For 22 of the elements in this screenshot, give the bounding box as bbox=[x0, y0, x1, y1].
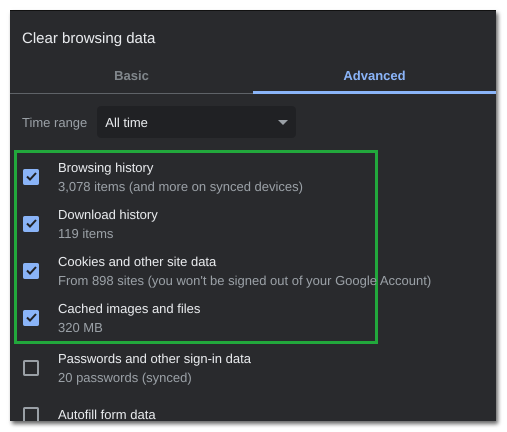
checkbox[interactable] bbox=[23, 216, 39, 232]
option-detail: 119 items bbox=[58, 226, 114, 240]
option-detail: 320 MB bbox=[58, 320, 104, 334]
option-title: Download history bbox=[58, 206, 158, 222]
option-title: Cookies and other site data bbox=[58, 254, 218, 268]
checkbox[interactable] bbox=[23, 360, 39, 376]
caret-icon bbox=[278, 120, 288, 124]
checkbox[interactable] bbox=[23, 168, 39, 184]
option-title: Cached images and files bbox=[58, 300, 200, 316]
option-detail: 3,078 items (and more on synced devices) bbox=[58, 178, 303, 194]
tab[interactable]: Advanced bbox=[253, 59, 496, 94]
option-detail: 20 passwords (synced) bbox=[58, 370, 193, 384]
option-title: Autofill form data bbox=[58, 407, 156, 421]
checkbox[interactable] bbox=[23, 310, 39, 326]
option-title: Passwords and other sign-in data bbox=[58, 350, 251, 366]
checkbox[interactable] bbox=[23, 262, 39, 278]
dialog-title: Clear browsing data bbox=[21, 29, 156, 47]
time-range-dropdown[interactable]: All time bbox=[97, 106, 296, 138]
checkbox[interactable] bbox=[23, 406, 39, 421]
time-range-label: Time range bbox=[22, 114, 88, 130]
option-title: Browsing history bbox=[58, 160, 154, 174]
tab[interactable]: Basic bbox=[10, 59, 253, 94]
